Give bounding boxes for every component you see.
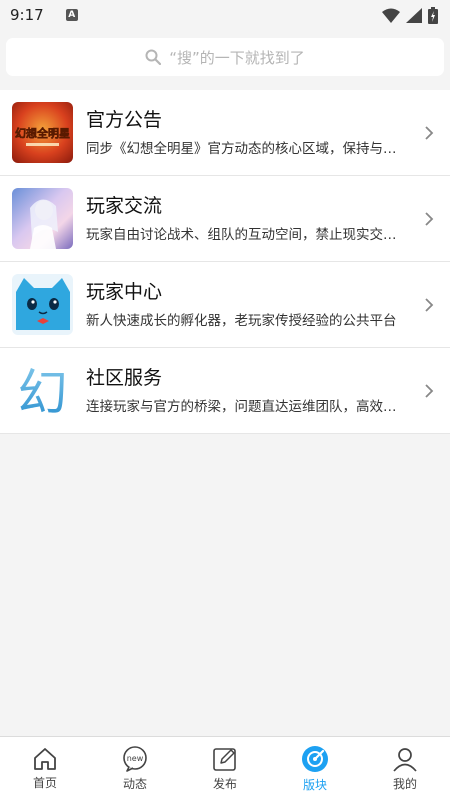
wifi-icon (382, 8, 400, 23)
compass-icon (302, 745, 328, 772)
tab-post[interactable]: 发布 (180, 737, 270, 800)
bottom-tab-bar: 首页 new 动态 发布 版块 我的 (0, 736, 450, 800)
board-item-official-announcements[interactable]: 幻想全明星 官方公告 同步《幻想全明星》官方动态的核心区域，保持与官方同步更新 (0, 90, 450, 176)
board-title: 官方公告 (86, 108, 163, 131)
board-item-player-center[interactable]: 玩家中心 新人快速成长的孵化器，老玩家传授经验的公共平台 (0, 262, 450, 348)
signal-icon (406, 7, 422, 23)
search-placeholder: “搜”的一下就找到了 (169, 48, 305, 67)
notification-icon: A (65, 9, 78, 21)
blue-cat-mascot-image (12, 274, 73, 335)
game-logo-image: 幻想全明星 (12, 102, 73, 163)
board-description: 玩家自由讨论战术、组队的互动空间，禁止现实交易行为 (86, 226, 408, 243)
chevron-right-icon (425, 125, 434, 140)
huan-character-logo: 幻 (12, 360, 73, 421)
chevron-right-icon (425, 211, 434, 226)
tab-updates[interactable]: new 动态 (90, 737, 180, 800)
home-icon (34, 747, 56, 770)
tab-label: 我的 (392, 776, 417, 791)
board-description: 同步《幻想全明星》官方动态的核心区域，保持与官方同步更新 (86, 140, 408, 157)
new-bubble-icon: new (123, 745, 147, 772)
tab-profile[interactable]: 我的 (360, 737, 450, 800)
board-description: 新人快速成长的孵化器，老玩家传授经验的公共平台 (86, 312, 397, 329)
search-icon (145, 49, 162, 65)
board-description: 连接玩家与官方的桥梁，问题直达运维团队，高效解决 (86, 398, 408, 415)
profile-icon (393, 747, 417, 772)
status-time: 9:17 (10, 6, 44, 24)
tab-label: 版块 (302, 777, 327, 792)
search-input[interactable]: “搜”的一下就找到了 (6, 38, 444, 76)
tab-label: 首页 (32, 775, 57, 790)
tab-label: 动态 (122, 776, 147, 791)
board-item-player-discussion[interactable]: 玩家交流 玩家自由讨论战术、组队的互动空间，禁止现实交易行为 (0, 176, 450, 262)
search-container: “搜”的一下就找到了 (0, 30, 450, 82)
tab-boards[interactable]: 版块 (270, 737, 360, 800)
edit-icon (213, 747, 236, 771)
tab-label: 发布 (212, 776, 237, 791)
tab-home[interactable]: 首页 (0, 737, 90, 800)
battery-icon (428, 6, 438, 24)
svg-text:幻想全明星: 幻想全明星 (15, 126, 70, 140)
svg-text:new: new (127, 754, 144, 763)
board-title: 玩家交流 (86, 194, 163, 217)
board-title: 社区服务 (86, 366, 163, 389)
anime-character-image (12, 188, 73, 249)
chevron-right-icon (425, 297, 434, 312)
status-bar: 9:17 A (0, 0, 450, 30)
board-title: 玩家中心 (86, 280, 163, 303)
board-item-community-service[interactable]: 幻 社区服务 连接玩家与官方的桥梁，问题直达运维团队，高效解决 (0, 348, 450, 434)
board-list: 幻想全明星 官方公告 同步《幻想全明星》官方动态的核心区域，保持与官方同步更新 … (0, 90, 450, 434)
svg-text:幻: 幻 (18, 364, 68, 421)
chevron-right-icon (425, 383, 434, 398)
